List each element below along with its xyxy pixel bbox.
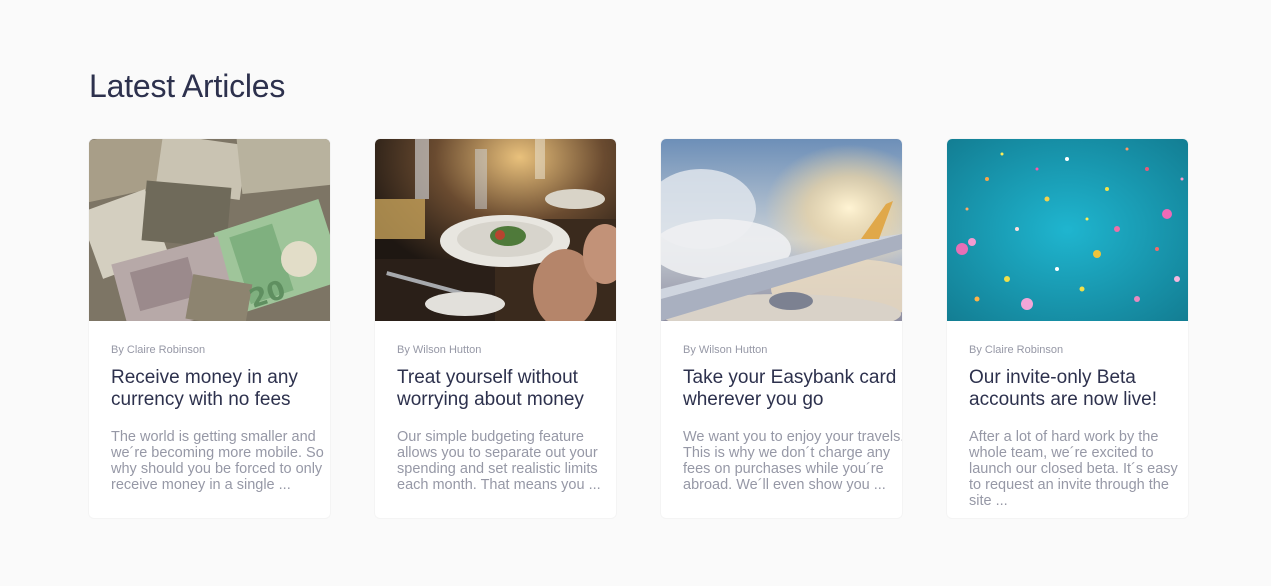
latest-articles-section: Latest Articles 20 By Claire Robinson Re…	[89, 64, 1189, 518]
article-title[interactable]: Treat yourself without worrying about mo…	[397, 367, 616, 411]
article-card[interactable]: By Wilson Hutton Take your Easybank card…	[661, 139, 902, 518]
article-title[interactable]: Take your Easybank card wherever you go	[683, 367, 902, 411]
article-title[interactable]: Our invite-only Beta accounts are now li…	[969, 367, 1188, 411]
article-author: By Claire Robinson	[111, 344, 206, 356]
article-excerpt: After a lot of hard work by the whole te…	[969, 429, 1178, 509]
article-author: By Claire Robinson	[969, 344, 1064, 356]
article-card[interactable]: By Wilson Hutton Treat yourself without …	[375, 139, 616, 518]
money-photo: 20	[89, 139, 330, 321]
confetti-photo	[947, 139, 1188, 321]
article-title[interactable]: Receive money in any currency with no fe…	[111, 367, 330, 411]
article-excerpt: The world is getting smaller and we´re b…	[111, 429, 324, 493]
plane-photo	[661, 139, 902, 321]
article-card[interactable]: 20 By Claire Robinson Receive money in a…	[89, 139, 330, 518]
section-title: Latest Articles	[89, 68, 286, 104]
article-excerpt: Our simple budgeting feature allows you …	[397, 429, 601, 493]
article-list: 20 By Claire Robinson Receive money in a…	[89, 139, 1188, 518]
restaurant-photo	[375, 139, 616, 321]
article-card[interactable]: By Claire Robinson Our invite-only Beta …	[947, 139, 1188, 518]
article-author: By Wilson Hutton	[397, 344, 482, 356]
article-excerpt: We want you to enjoy your travels. This …	[683, 429, 902, 493]
article-author: By Wilson Hutton	[683, 344, 768, 356]
